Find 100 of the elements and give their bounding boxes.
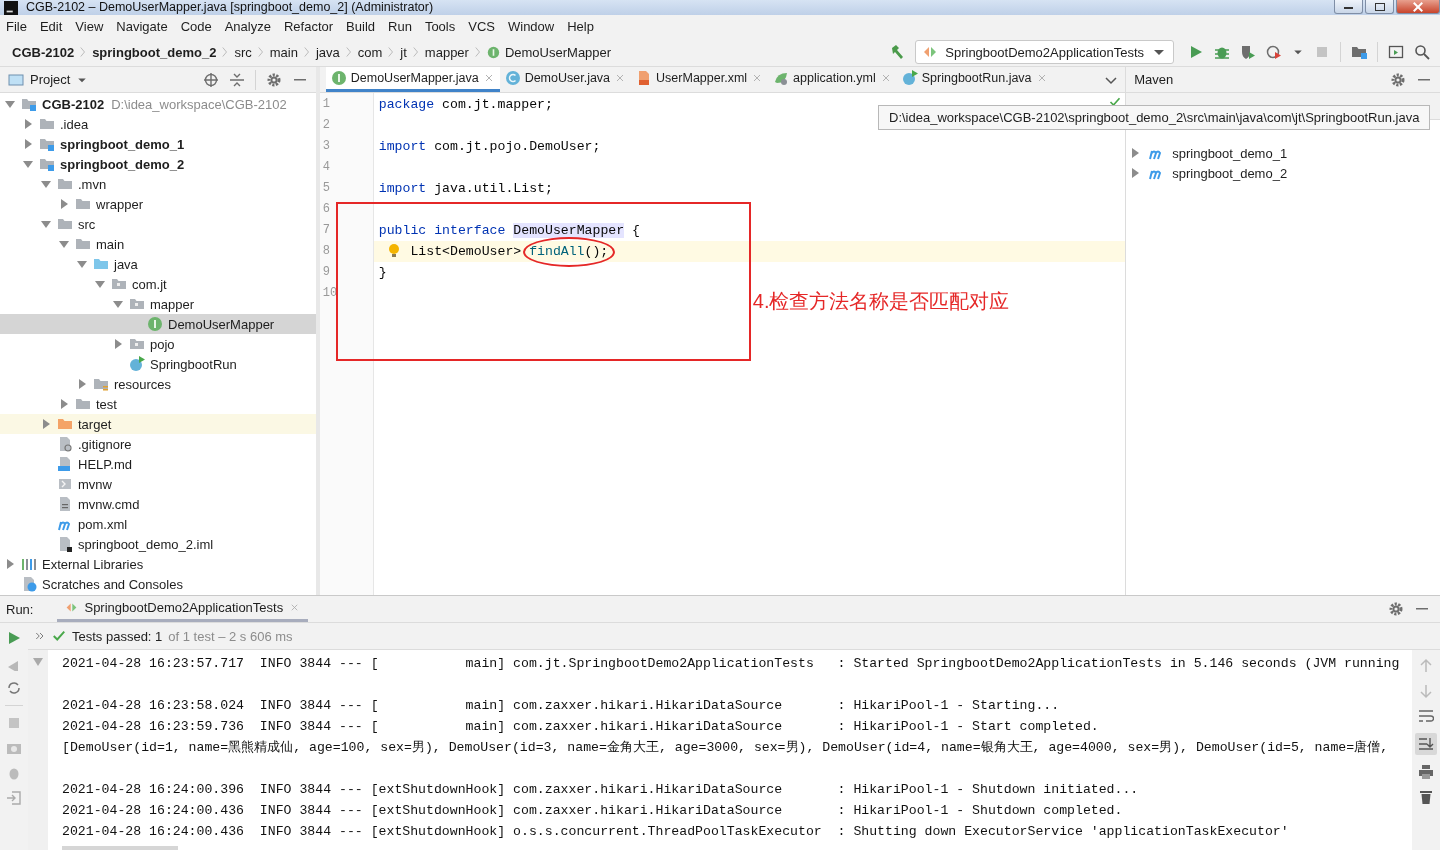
tree-item[interactable]: .mvn — [0, 174, 316, 194]
collapse-all-icon[interactable] — [228, 71, 245, 88]
run-tab[interactable]: SpringbootDemo2ApplicationTests — [57, 596, 309, 622]
breadcrumb-item[interactable]: main — [269, 44, 298, 60]
tree-item[interactable]: CGB-2102 D:\idea_workspace\CGB-2102 — [0, 94, 316, 114]
menu-item[interactable]: Run — [388, 19, 412, 34]
expand-arrow-icon[interactable] — [1130, 168, 1141, 178]
expand-arrow-icon[interactable] — [23, 119, 33, 129]
tree-item[interactable]: test — [0, 394, 316, 414]
arrow-down-icon[interactable] — [1418, 683, 1434, 699]
editor-tab[interactable]: DemoUser.java — [499, 67, 632, 92]
scrollbar-thumb[interactable] — [62, 846, 178, 850]
expand-arrow-icon[interactable] — [77, 379, 87, 389]
expand-arrow-icon[interactable] — [1130, 148, 1141, 158]
editor-tab[interactable]: application.yml — [768, 67, 897, 92]
expand-arrow-icon[interactable] — [41, 419, 51, 429]
expand-arrow-icon[interactable] — [5, 559, 15, 569]
expand-arrow-icon[interactable] — [77, 259, 87, 269]
profiler-icon[interactable] — [1266, 44, 1282, 60]
settings-icon[interactable] — [265, 71, 282, 88]
scroll-to-end-icon[interactable] — [1418, 736, 1434, 752]
menu-item[interactable]: Help — [567, 19, 594, 34]
menu-item[interactable]: Tools — [424, 19, 456, 34]
tree-item[interactable]: springboot_demo_1 — [0, 134, 316, 154]
tree-item[interactable]: src — [0, 214, 316, 234]
tree-item[interactable]: main — [0, 234, 316, 254]
menu-item[interactable]: VCS — [468, 19, 495, 34]
project-structure-icon[interactable] — [1351, 44, 1367, 60]
breadcrumb-item[interactable]: CGB-2102 — [12, 44, 75, 60]
tree-item[interactable]: springboot_demo_2 — [0, 154, 316, 174]
selected-tree-item[interactable]: DemoUserMapper — [0, 314, 316, 334]
tree-item[interactable]: HELP.md — [0, 454, 316, 474]
run-icon[interactable] — [1188, 44, 1204, 60]
expand-arrow-icon[interactable] — [5, 99, 15, 109]
minimize-window-button[interactable] — [1334, 0, 1363, 14]
close-window-button[interactable] — [1396, 0, 1440, 14]
tree-item[interactable]: mapper — [0, 294, 316, 314]
fold-arrow-icon[interactable] — [33, 658, 43, 666]
breadcrumb-item[interactable]: mapper — [424, 44, 469, 60]
run-icon[interactable] — [6, 630, 22, 646]
tree-item[interactable]: com.jt — [0, 274, 316, 294]
restore-window-button[interactable] — [1365, 0, 1394, 14]
window-icon[interactable] — [1388, 44, 1404, 60]
menu-item[interactable]: File — [6, 19, 27, 34]
tree-item[interactable]: SpringbootRun — [0, 354, 316, 374]
menu-item[interactable]: Edit — [39, 19, 63, 34]
expand-arrow-icon[interactable] — [23, 139, 33, 149]
locate-icon[interactable] — [202, 71, 219, 88]
double-chevron-icon[interactable] — [34, 630, 46, 642]
run-configuration-dropdown[interactable]: SpringbootDemo2ApplicationTests — [915, 40, 1174, 64]
expand-arrow-icon[interactable] — [23, 159, 33, 169]
arrow-up-icon[interactable] — [1418, 658, 1434, 674]
breadcrumb-item[interactable]: jt — [400, 44, 407, 60]
settings-icon[interactable] — [1390, 71, 1406, 88]
tree-item[interactable]: .gitignore — [0, 434, 316, 454]
editor-tab[interactable]: UserMapper.xml — [631, 67, 769, 92]
menu-item[interactable]: Code — [180, 19, 212, 34]
breadcrumb-item[interactable]: java — [315, 44, 340, 60]
shield-run-icon[interactable] — [1240, 44, 1256, 60]
tree-item[interactable]: Scratches and Consoles — [0, 574, 316, 594]
expand-arrow-icon[interactable] — [113, 299, 123, 309]
editor-tab[interactable]: SpringbootRun.java — [896, 67, 1053, 92]
tree-item[interactable]: java — [0, 254, 316, 274]
settings-icon[interactable] — [1388, 601, 1404, 617]
toggle-icon[interactable] — [6, 680, 22, 696]
breadcrumb-item[interactable]: DemoUserMapper — [486, 44, 612, 60]
tree-item[interactable]: resources — [0, 374, 316, 394]
tree-item[interactable]: .idea — [0, 114, 316, 134]
expand-arrow-icon[interactable] — [59, 199, 69, 209]
soft-wrap-icon[interactable] — [1418, 708, 1434, 724]
exit-icon[interactable] — [6, 790, 22, 806]
tree-item[interactable]: mvnw.cmd — [0, 494, 316, 514]
menu-item[interactable]: Window — [507, 19, 555, 34]
menu-item[interactable]: View — [75, 19, 104, 34]
trash-icon[interactable] — [1418, 789, 1434, 805]
editor-tab[interactable]: DemoUserMapper.java — [325, 67, 500, 92]
expand-arrow-icon[interactable] — [59, 239, 69, 249]
tree-item[interactable]: springboot_demo_2.iml — [0, 534, 316, 554]
breadcrumb-item[interactable]: src — [234, 44, 252, 60]
hammer-icon[interactable] — [889, 44, 906, 60]
tree-item[interactable]: target — [0, 414, 316, 434]
tree-item[interactable]: mvnw — [0, 474, 316, 494]
expand-arrow-icon[interactable] — [95, 279, 105, 289]
menu-item[interactable]: Navigate — [116, 19, 168, 34]
tree-item[interactable]: wrapper — [0, 194, 316, 214]
breadcrumb-item[interactable]: springboot_demo_2 — [92, 44, 217, 60]
tree-item[interactable]: pojo — [0, 334, 316, 354]
menu-item[interactable]: Build — [346, 19, 375, 34]
tree-item[interactable]: springboot_demo_2 — [1126, 163, 1440, 183]
search-icon[interactable] — [1414, 44, 1430, 60]
tree-item[interactable]: pom.xml — [0, 514, 316, 534]
menu-item[interactable]: Refactor — [283, 19, 334, 34]
expand-arrow-icon[interactable] — [113, 339, 123, 349]
menu-item[interactable]: Analyze — [224, 19, 271, 34]
project-view-dropdown[interactable]: Project — [8, 71, 89, 88]
expand-arrow-icon[interactable] — [41, 179, 51, 189]
tree-item[interactable]: springboot_demo_1 — [1126, 143, 1440, 163]
printer-icon[interactable] — [1418, 764, 1434, 780]
expand-arrow-icon[interactable] — [59, 399, 69, 409]
breadcrumb-item[interactable]: com — [357, 44, 383, 60]
